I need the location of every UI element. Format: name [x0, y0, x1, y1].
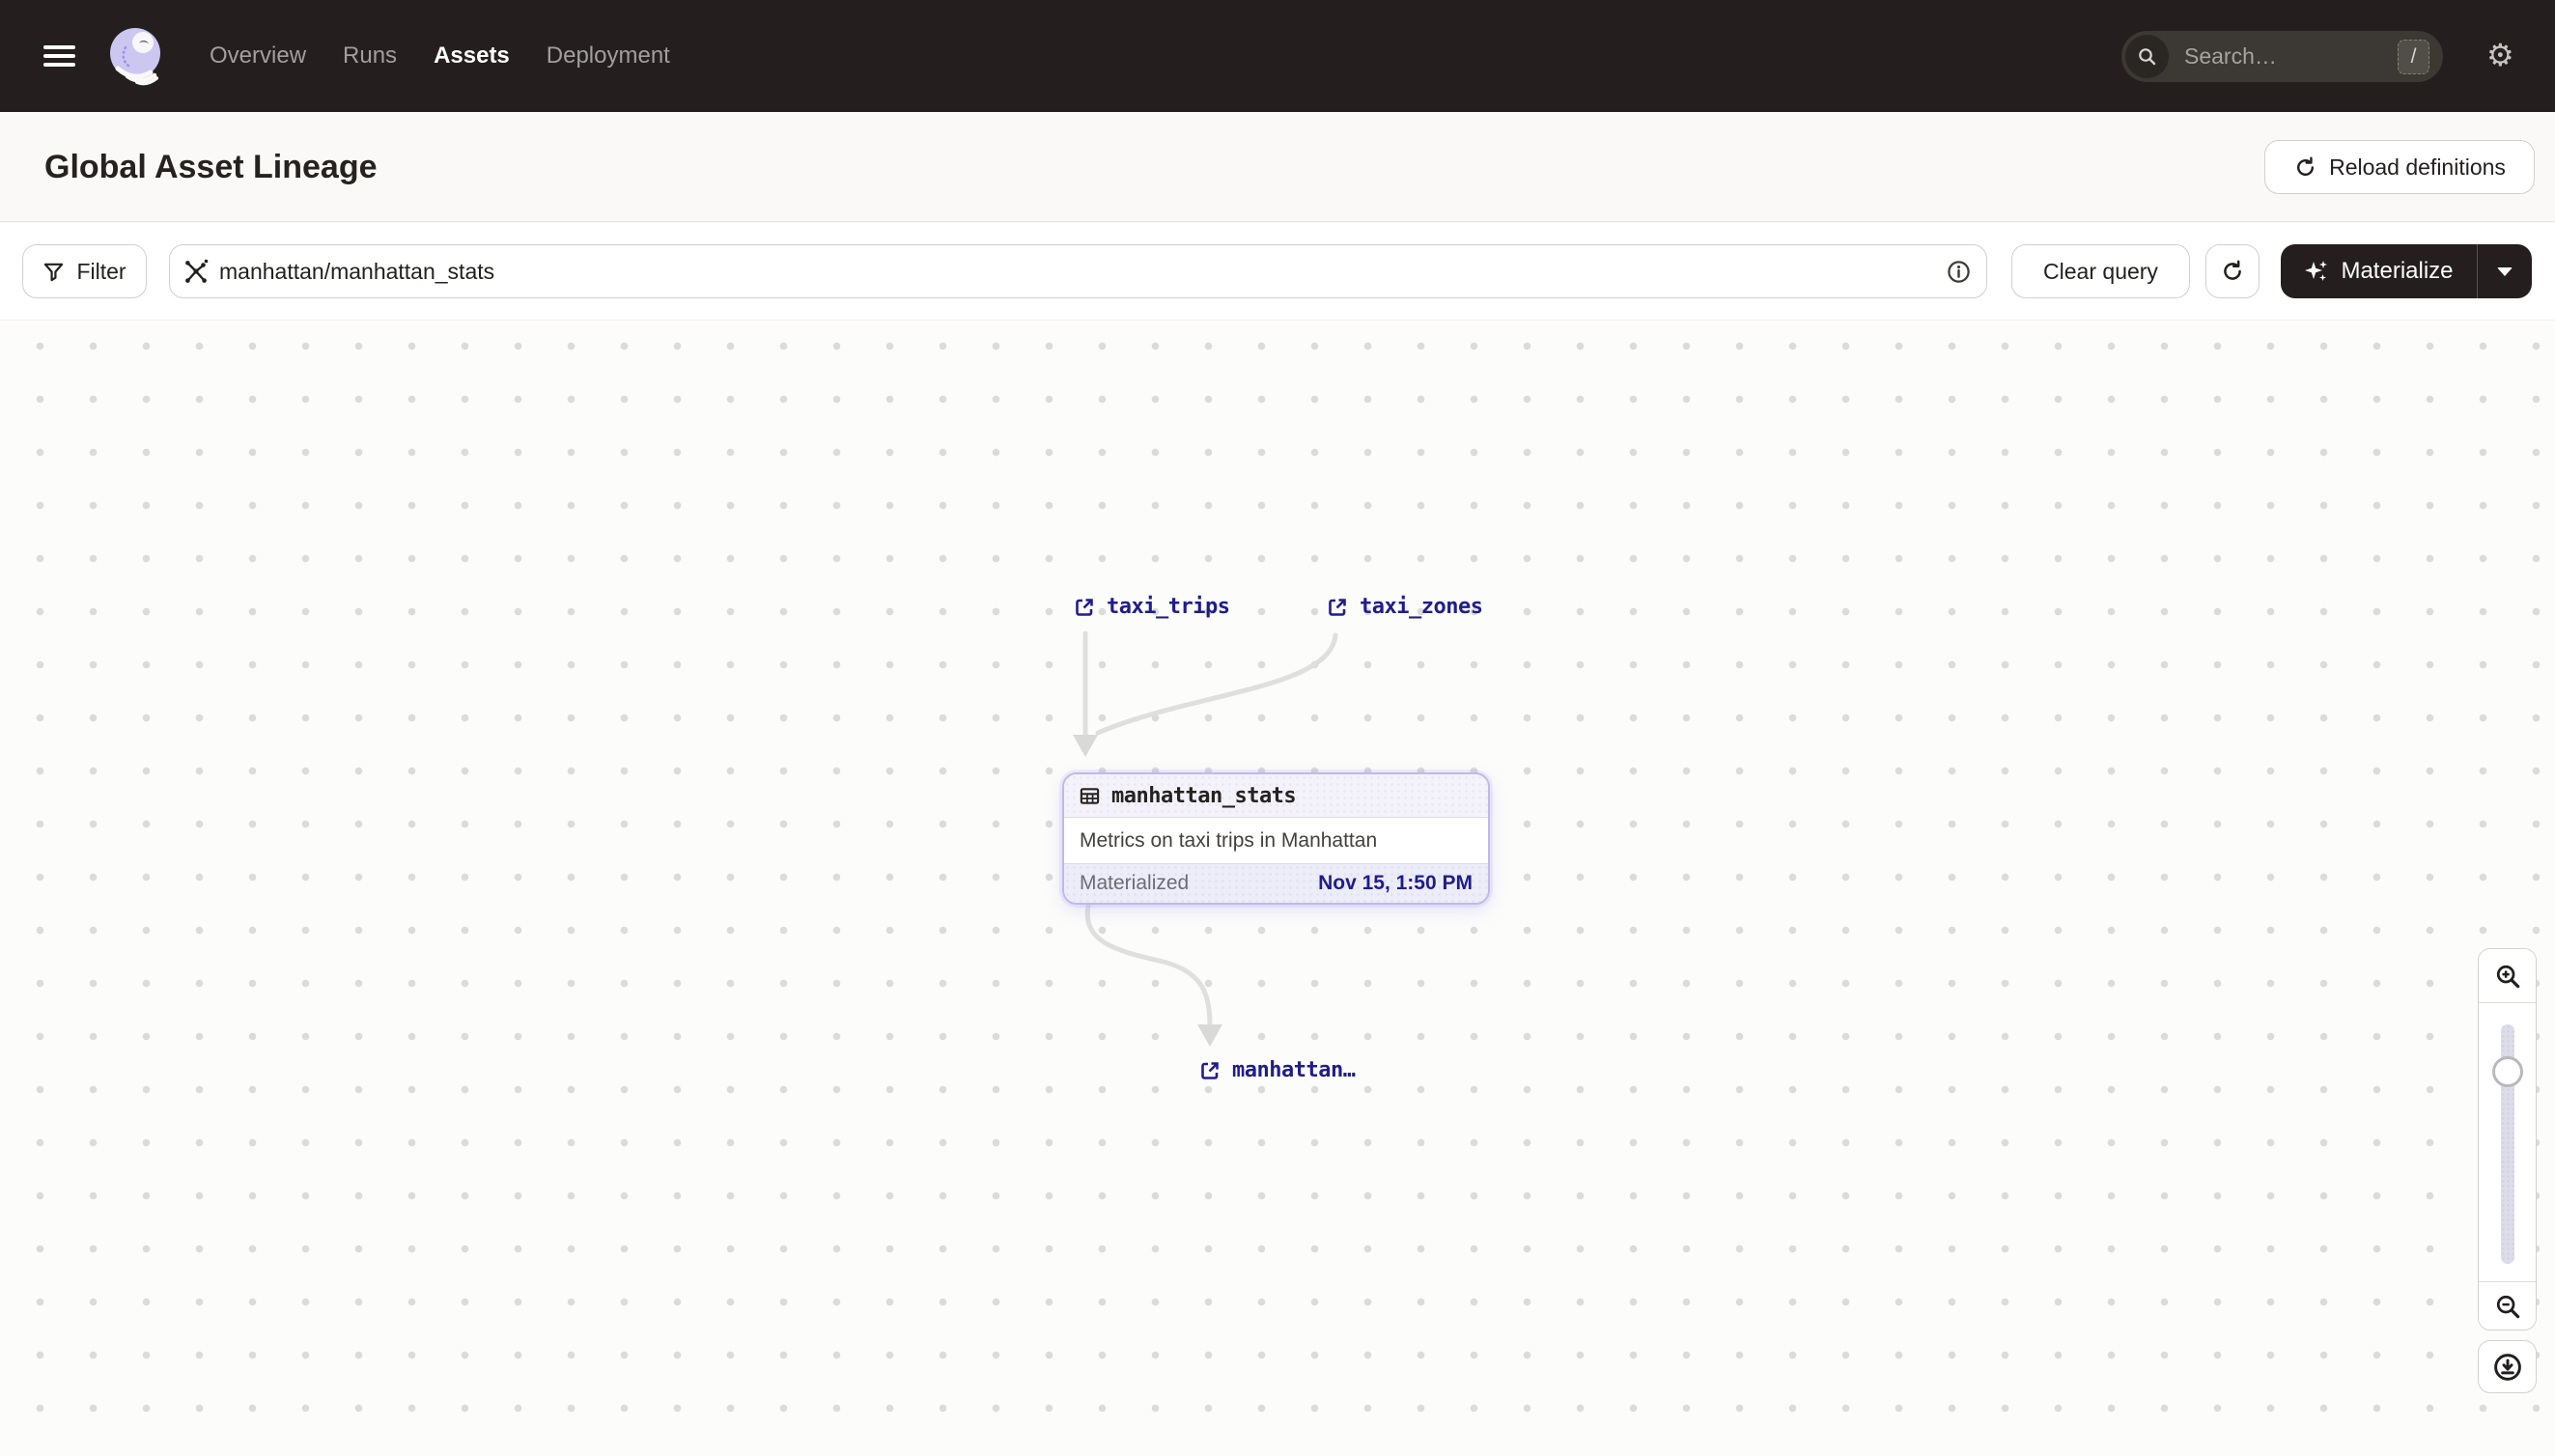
external-asset-icon — [1329, 598, 1346, 616]
asset-node-label: taxi_trips — [1107, 595, 1230, 619]
zoom-controls — [2478, 948, 2537, 1330]
external-asset-icon — [1076, 598, 1093, 616]
nav-item-assets[interactable]: Assets — [434, 42, 510, 70]
dagster-logo-icon[interactable] — [104, 24, 166, 86]
zoom-out-button[interactable] — [2479, 1282, 2536, 1330]
asset-node-taxi-zones[interactable]: taxi_zones — [1326, 595, 1483, 619]
zoom-slider[interactable] — [2479, 1002, 2536, 1282]
recenter-icon — [2493, 1353, 2521, 1381]
zoom-in-icon — [2496, 965, 2519, 988]
lineage-toolbar: Filter manhattan/manhattan_stats Clear q… — [0, 223, 2555, 321]
arrowhead — [1073, 735, 1098, 757]
nav-item-deployment[interactable]: Deployment — [547, 42, 670, 70]
edge-taxi-zones-to-stats — [1095, 632, 1338, 736]
search-placeholder: Search… — [2184, 43, 2277, 69]
refresh-graph-button[interactable] — [2205, 244, 2260, 298]
materialize-dropdown-button[interactable] — [2478, 244, 2532, 298]
funnel-icon — [44, 263, 64, 281]
global-search-input[interactable]: Search… / — [2121, 31, 2443, 82]
refresh-icon — [2297, 156, 2315, 176]
asset-card-header: manhattan_stats — [1064, 774, 1488, 818]
zoom-in-button[interactable] — [2479, 949, 2536, 1002]
materialized-timestamp[interactable]: Nov 15, 1:50 PM — [1318, 872, 1473, 895]
asset-card-name: manhattan_stats — [1111, 783, 1297, 808]
materialize-split-button: Materialize — [2281, 244, 2532, 298]
recenter-view-button[interactable] — [2478, 1340, 2537, 1393]
arrowhead — [1197, 1024, 1222, 1047]
edge-stats-to-manhattan — [1084, 903, 1213, 1029]
asset-node-manhattan-truncated[interactable]: manhattan… — [1198, 1058, 1356, 1082]
asset-card-manhattan-stats[interactable]: manhattan_stats Metrics on taxi trips in… — [1062, 772, 1490, 905]
reload-definitions-button[interactable]: Reload definitions — [2264, 140, 2535, 194]
refresh-icon — [2224, 260, 2241, 280]
primary-nav: Overview Runs Assets Deployment — [210, 0, 670, 112]
filter-label: Filter — [76, 258, 126, 284]
nav-item-overview[interactable]: Overview — [210, 42, 306, 70]
materialize-button[interactable]: Materialize — [2281, 244, 2477, 298]
clear-query-label: Clear query — [2043, 258, 2158, 284]
info-icon[interactable] — [1946, 259, 1972, 285]
asset-graph-icon — [185, 259, 209, 283]
table-icon — [1080, 787, 1100, 804]
top-nav-bar: Overview Runs Assets Deployment Search… … — [0, 0, 2555, 112]
dagster-app: Overview Runs Assets Deployment Search… … — [0, 0, 2555, 1456]
asset-node-taxi-trips[interactable]: taxi_trips — [1073, 595, 1230, 619]
zoom-slider-thumb[interactable] — [2492, 1056, 2523, 1087]
sparkles-icon — [2305, 261, 2328, 281]
asset-node-label: taxi_zones — [1360, 595, 1483, 619]
materialize-label: Materialize — [2341, 258, 2454, 284]
gear-icon[interactable]: ⚙ — [2486, 40, 2514, 70]
lineage-canvas[interactable]: taxi_trips taxi_zones manhattan_stats Me… — [0, 321, 2555, 1456]
page-header: Global Asset Lineage Reload definitions — [0, 112, 2555, 222]
asset-card-footer: Materialized Nov 15, 1:50 PM — [1064, 863, 1488, 903]
asset-card-description: Metrics on taxi trips in Manhattan — [1064, 818, 1488, 863]
filter-button[interactable]: Filter — [22, 244, 147, 298]
hamburger-menu-icon[interactable] — [43, 45, 75, 67]
asset-node-label: manhattan… — [1232, 1058, 1356, 1082]
reload-definitions-label: Reload definitions — [2329, 154, 2506, 180]
materialized-status-label: Materialized — [1080, 872, 1190, 894]
asset-selection-value: manhattan/manhattan_stats — [219, 258, 495, 284]
search-shortcut-badge: / — [2398, 39, 2429, 74]
search-icon — [2125, 35, 2169, 78]
asset-selection-input[interactable]: manhattan/manhattan_stats — [169, 244, 1987, 298]
zoom-out-icon — [2496, 1295, 2519, 1318]
nav-item-runs[interactable]: Runs — [343, 42, 397, 70]
external-asset-icon — [1201, 1061, 1219, 1079]
chevron-down-icon — [2497, 266, 2513, 276]
page-title: Global Asset Lineage — [44, 148, 378, 185]
clear-query-button[interactable]: Clear query — [2011, 244, 2190, 298]
